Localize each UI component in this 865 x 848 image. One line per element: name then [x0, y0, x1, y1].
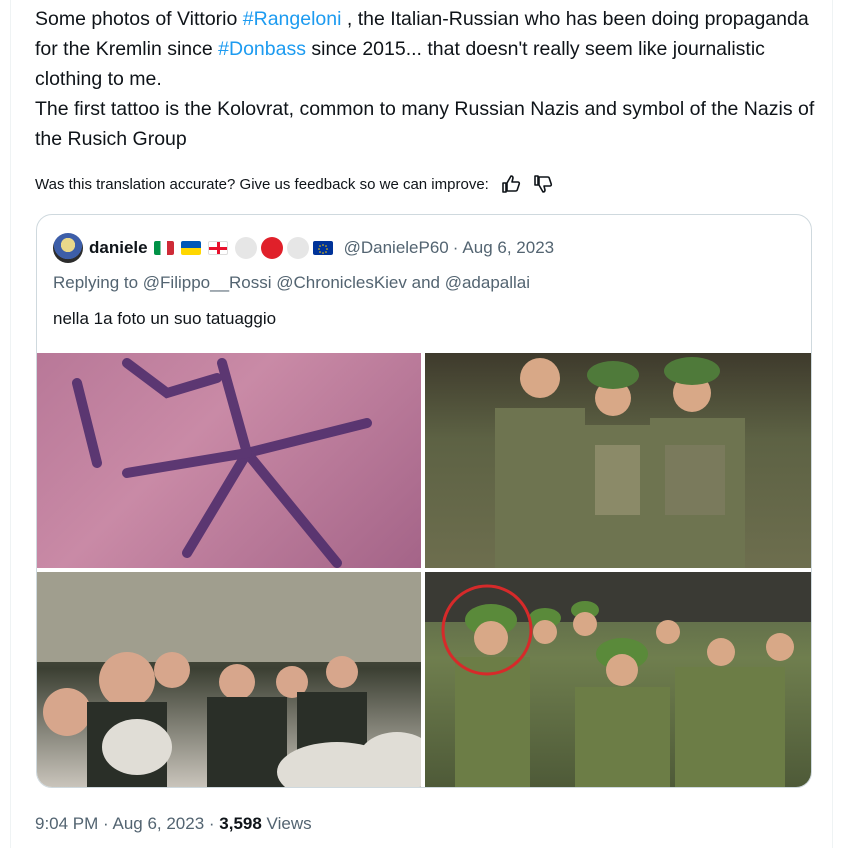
- views-label: Views: [261, 814, 312, 833]
- soldiers-field-photo[interactable]: [425, 572, 811, 787]
- right-border: [832, 0, 833, 848]
- replying-to: Replying to @Filippo__Rossi @ChroniclesK…: [53, 273, 531, 292]
- quoted-author-name[interactable]: daniele: [89, 238, 148, 258]
- eu-flag-icon: [312, 241, 333, 255]
- tweet-body-line2: The first tattoo is the Kolovrat, common…: [35, 98, 815, 150]
- photo-grid: [37, 353, 811, 787]
- tattoo-photo[interactable]: [37, 353, 421, 568]
- grey-circle-icon: [234, 237, 257, 259]
- tweet-timestamp[interactable]: 9:04 PM · Aug 6, 2023 ·: [35, 814, 219, 833]
- quoted-tweet[interactable]: daniele @DanieleP60 · Aug 6, 2023 Replyi…: [36, 214, 812, 788]
- views-count: 3,598: [219, 814, 262, 833]
- hashtag-link[interactable]: #Donbass: [218, 38, 306, 60]
- hashtag-link[interactable]: #Rangeloni: [243, 8, 342, 30]
- thumbs-down-icon[interactable]: [533, 174, 553, 194]
- quoted-tweet-header: daniele @DanieleP60 · Aug 6, 2023: [53, 233, 554, 263]
- soldiers-group-photo[interactable]: [425, 353, 811, 568]
- tweet-body-line1: Some photos of Vittorio #Rangeloni , the…: [35, 8, 809, 90]
- translation-feedback: Was this translation accurate? Give us f…: [35, 174, 553, 194]
- red-circle-icon: [260, 237, 283, 259]
- ukraine-flag-icon: [180, 241, 201, 255]
- italy-flag-icon: [153, 241, 174, 255]
- quoted-text: nella 1a foto un suo tatuaggio: [53, 309, 277, 328]
- crowd-seated-photo[interactable]: [37, 572, 421, 787]
- quoted-author-handle[interactable]: @DanieleP60: [344, 238, 449, 258]
- thumbs-up-icon[interactable]: [501, 174, 521, 194]
- quoted-date[interactable]: Aug 6, 2023: [462, 238, 554, 258]
- avatar[interactable]: [53, 233, 83, 263]
- georgia-flag-icon: [207, 241, 228, 255]
- header-separator: ·: [452, 238, 459, 257]
- tweet-meta: 9:04 PM · Aug 6, 2023 · 3,598 Views: [35, 814, 312, 834]
- grey-circle-icon: [286, 237, 309, 259]
- left-border: [10, 0, 11, 848]
- tweet-body-text: Some photos of Vittorio: [35, 8, 243, 30]
- tweet-body: Some photos of Vittorio #Rangeloni , the…: [35, 4, 815, 154]
- feedback-text: Was this translation accurate? Give us f…: [35, 175, 489, 193]
